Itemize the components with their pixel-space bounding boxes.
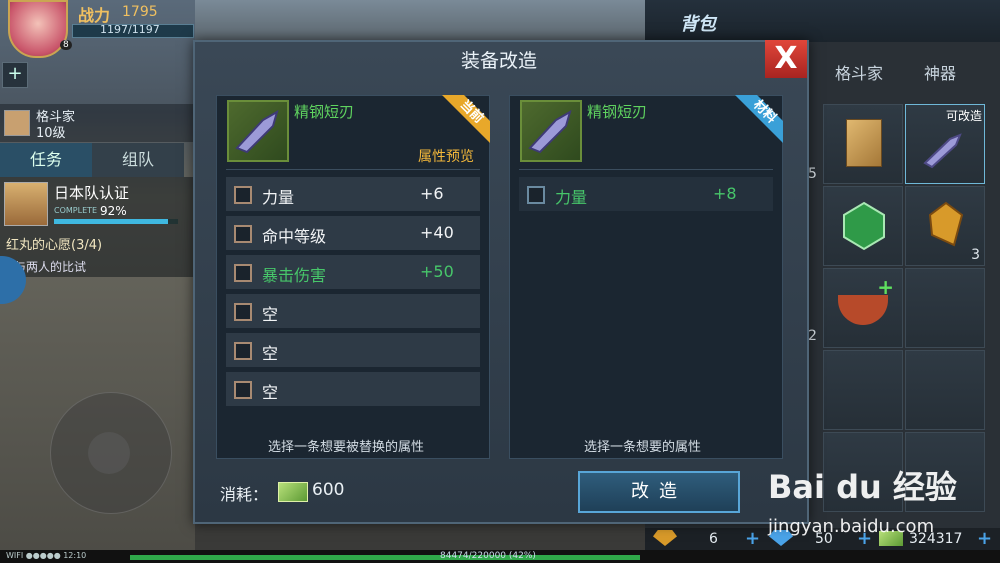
- material-ribbon: 材料: [735, 95, 783, 143]
- item-count: 3: [971, 247, 980, 263]
- item-count: 2: [808, 328, 817, 344]
- current-ribbon: 当前: [442, 95, 490, 143]
- task-title: 日本队认证: [54, 184, 130, 202]
- tab-task[interactable]: 任务: [0, 143, 92, 177]
- task-progress-fill: [54, 219, 169, 224]
- cost-label: 消耗：: [220, 485, 269, 504]
- attribute-value: +50: [420, 262, 454, 281]
- attribute-checkbox[interactable]: [234, 225, 252, 243]
- player-avatar[interactable]: [8, 0, 68, 58]
- bag-tab-artifact[interactable]: 神器: [924, 60, 956, 84]
- attribute-row[interactable]: 力量 +8: [519, 177, 773, 211]
- attribute-name: 空: [262, 383, 279, 402]
- attribute-checkbox[interactable]: [234, 186, 252, 204]
- bag-slot-book[interactable]: [823, 104, 903, 184]
- attribute-checkbox[interactable]: [234, 264, 252, 282]
- dagger-icon: [235, 109, 279, 154]
- cost-value: 600: [312, 480, 345, 500]
- fighter-thumbnail: [4, 110, 30, 136]
- food-bowl-icon: [838, 295, 888, 325]
- joystick-knob[interactable]: [88, 432, 130, 474]
- bag-slot-blade[interactable]: 可改造: [905, 104, 985, 184]
- task-complete-label: COMPLETE: [54, 206, 98, 215]
- divider: [226, 169, 480, 170]
- attribute-row[interactable]: 力量 +6: [226, 177, 480, 211]
- attribute-checkbox[interactable]: [527, 186, 545, 204]
- power-value: 1795: [122, 4, 158, 20]
- add-currency-button[interactable]: +: [977, 528, 992, 549]
- attribute-row[interactable]: 命中等级 +40: [226, 216, 480, 250]
- material-item-icon[interactable]: [520, 100, 582, 162]
- fighter-level: 10级: [36, 126, 66, 141]
- wifi-status: WIFI ●●●●● 12:10: [6, 551, 87, 560]
- add-plus-icon: +: [877, 275, 894, 299]
- exp-bar-fill: [130, 555, 640, 560]
- material-item-name: 精钢短刃: [587, 103, 648, 121]
- dagger-icon: [923, 133, 962, 169]
- attribute-row[interactable]: 空: [226, 294, 480, 328]
- currency-value: 6: [709, 531, 718, 547]
- left-hint: 选择一条想要被替换的属性: [268, 440, 425, 455]
- attribute-name: 力量: [262, 188, 295, 207]
- attribute-preview-link[interactable]: 属性预览: [418, 146, 474, 166]
- attribute-row[interactable]: 空: [226, 333, 480, 367]
- tab-team[interactable]: 组队: [92, 143, 184, 177]
- bag-slot-gem[interactable]: [823, 186, 903, 266]
- current-item-name: 精钢短刃: [294, 103, 355, 121]
- item-count: 5: [808, 166, 817, 182]
- attribute-row[interactable]: 空: [226, 372, 480, 406]
- bag-slot-crystal[interactable]: 3: [905, 186, 985, 266]
- reforge-button[interactable]: 改造: [578, 471, 740, 513]
- attribute-name: 暴击伤害: [262, 266, 327, 285]
- game-scene-top: [195, 0, 650, 40]
- attribute-value: +6: [420, 184, 444, 203]
- attribute-value: +40: [420, 223, 454, 242]
- watermark-url: jingyan.baidu.com: [768, 516, 935, 537]
- book-icon: [846, 119, 882, 167]
- gold-diamond-icon: [653, 530, 677, 546]
- attribute-checkbox[interactable]: [234, 381, 252, 399]
- bag-slot-empty[interactable]: [905, 350, 985, 430]
- close-button[interactable]: X: [765, 40, 807, 78]
- bag-tab-fighter[interactable]: 格斗家: [835, 60, 883, 84]
- bag-slot-empty[interactable]: [905, 268, 985, 348]
- attribute-name: 力量: [555, 188, 588, 207]
- current-item-icon[interactable]: [227, 100, 289, 162]
- exp-text: 84474/220000 (42%): [440, 551, 536, 561]
- dagger-icon: [528, 109, 572, 154]
- quest-name[interactable]: 红丸的心愿(3/4): [6, 234, 102, 253]
- attribute-checkbox[interactable]: [234, 303, 252, 321]
- watermark-brand: Bai du 经验: [768, 468, 957, 506]
- cash-icon: [278, 482, 308, 502]
- attribute-name: 空: [262, 344, 279, 363]
- expand-plus-button[interactable]: +: [2, 62, 28, 88]
- attribute-value: +8: [713, 184, 737, 203]
- hp-text: 1197/1197: [100, 23, 160, 36]
- upgradable-tag: 可改造: [945, 109, 982, 123]
- amber-crystal-icon: [928, 201, 964, 247]
- level-badge: 8: [60, 40, 72, 50]
- divider: [519, 169, 773, 170]
- bag-title: 背包: [680, 14, 716, 35]
- attribute-row[interactable]: 暴击伤害 +50: [226, 255, 480, 289]
- bag-slot-empty[interactable]: [823, 350, 903, 430]
- attribute-name: 命中等级: [262, 227, 327, 246]
- green-gem-icon: [843, 201, 885, 251]
- right-hint: 选择一条想要的属性: [584, 440, 702, 455]
- dialog-title: 装备改造: [460, 50, 537, 72]
- add-currency-button[interactable]: +: [745, 528, 760, 549]
- task-portrait: [4, 182, 48, 226]
- bag-slot-food[interactable]: +: [823, 268, 903, 348]
- task-percent: 92%: [100, 204, 127, 218]
- attribute-checkbox[interactable]: [234, 342, 252, 360]
- attribute-name: 空: [262, 305, 279, 324]
